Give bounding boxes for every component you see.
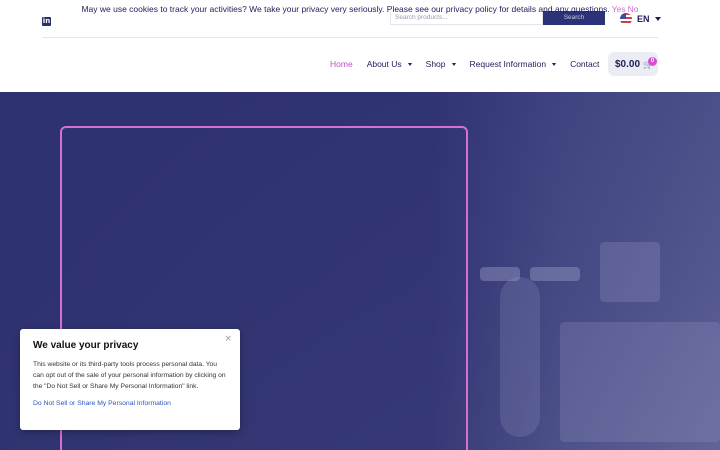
nav-item-label: Shop: [425, 59, 446, 69]
chevron-down-icon: [654, 17, 661, 21]
close-icon[interactable]: ×: [224, 334, 232, 344]
cart-total: $0.00: [615, 58, 641, 70]
lab-background-shape: [500, 277, 540, 437]
cookie-no-link[interactable]: No: [628, 4, 639, 14]
nav-item-label: Home: [330, 59, 353, 69]
chevron-down-icon: [451, 62, 456, 66]
nav-item-home[interactable]: Home: [330, 59, 353, 69]
chevron-down-icon: [407, 62, 412, 66]
lab-background-shape: [560, 322, 720, 442]
cart-button[interactable]: $0.00 🛒 0: [608, 52, 658, 76]
nav-item-label: Request Information: [469, 59, 547, 69]
privacy-body: This website or its third-party tools pr…: [33, 361, 226, 390]
linkedin-icon[interactable]: in: [42, 17, 51, 26]
cookie-yes-link[interactable]: Yes: [612, 4, 626, 14]
nav-item-label: About Us: [366, 59, 402, 69]
nav-item-about-us[interactable]: About Us: [367, 59, 412, 69]
nav-item-shop[interactable]: Shop: [426, 59, 456, 69]
cart-count-badge: 0: [648, 57, 657, 66]
do-not-sell-link[interactable]: Do Not Sell or Share My Personal Informa…: [33, 400, 227, 407]
lab-background-shape: [600, 242, 660, 302]
lab-background-shape: [530, 267, 580, 281]
privacy-notice: × We value your privacy This website or …: [20, 329, 240, 430]
nav-item-request-information[interactable]: Request Information: [470, 59, 557, 69]
cookie-message: May we use cookies to track your activit…: [81, 3, 610, 14]
cookie-consent-bar: May we use cookies to track your activit…: [0, 0, 720, 17]
nav-item-contact[interactable]: Contact: [570, 59, 599, 69]
privacy-title: We value your privacy: [33, 340, 139, 351]
chevron-down-icon: [552, 62, 557, 66]
header-divider: [42, 37, 658, 38]
nav-item-label: Contact: [570, 59, 600, 69]
main-nav: Home About Us Shop Request Information C…: [330, 56, 613, 72]
